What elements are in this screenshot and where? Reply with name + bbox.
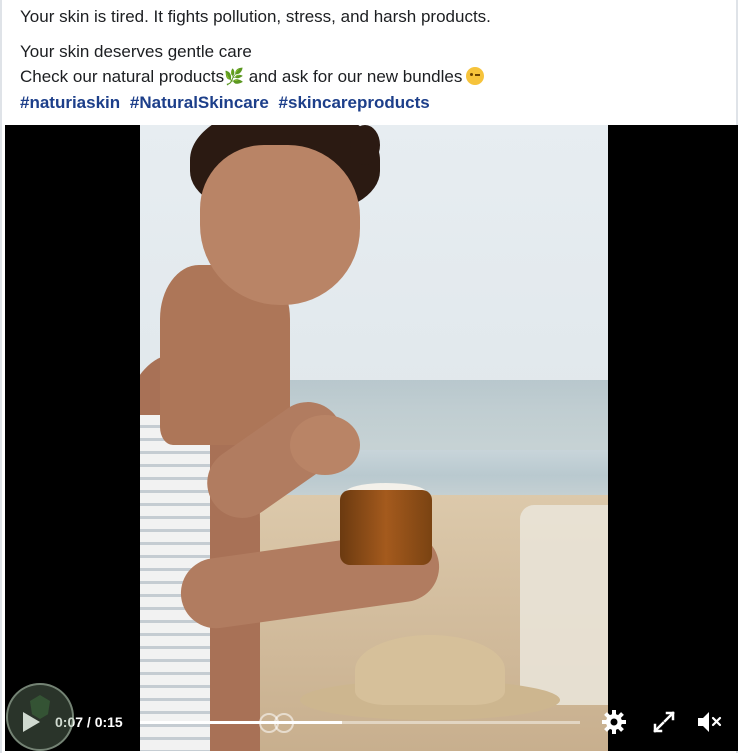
hashtag-naturalskincare[interactable]: #NaturalSkincare — [130, 93, 269, 112]
post-line-3: Check our natural products🌿 and ask for … — [20, 64, 726, 90]
face-shape — [200, 145, 360, 305]
progress-bar[interactable] — [140, 721, 580, 724]
towel-shape — [520, 505, 608, 705]
hashtag-skincareproducts[interactable]: #skincareproducts — [279, 93, 430, 112]
video-frame[interactable] — [140, 125, 608, 751]
hashtag-row: #naturiaskin #NaturalSkincare #skincarep… — [20, 90, 726, 115]
video-player[interactable]: 0:07 / 0:15 — [5, 125, 738, 751]
hair-curl-shape — [350, 125, 380, 165]
post-line-3-text: Check our natural products — [20, 67, 225, 86]
video-controls: 0:07 / 0:15 — [5, 695, 738, 751]
hand-shape — [290, 415, 360, 475]
cream-jar-shape — [340, 490, 432, 565]
leaf-emoji-icon: 🌿 — [224, 69, 245, 86]
expand-icon[interactable] — [650, 708, 678, 736]
muted-speaker-icon[interactable] — [695, 708, 723, 736]
post-line-3-after: and ask for our new bundles — [244, 67, 463, 86]
gear-icon[interactable] — [600, 708, 628, 736]
progress-fill — [140, 721, 343, 724]
post-line-1: Your skin is tired. It fights pollution,… — [20, 7, 491, 26]
hashtag-naturiaskin[interactable]: #naturiaskin — [20, 93, 120, 112]
wink-emoji-icon — [466, 67, 485, 85]
post-card: Your skin is tired. It fights pollution,… — [0, 0, 738, 753]
shield-logo-icon — [6, 683, 74, 751]
post-line-2: Your skin deserves gentle care — [20, 42, 252, 61]
post-text: Your skin is tired. It fights pollution,… — [20, 4, 726, 115]
